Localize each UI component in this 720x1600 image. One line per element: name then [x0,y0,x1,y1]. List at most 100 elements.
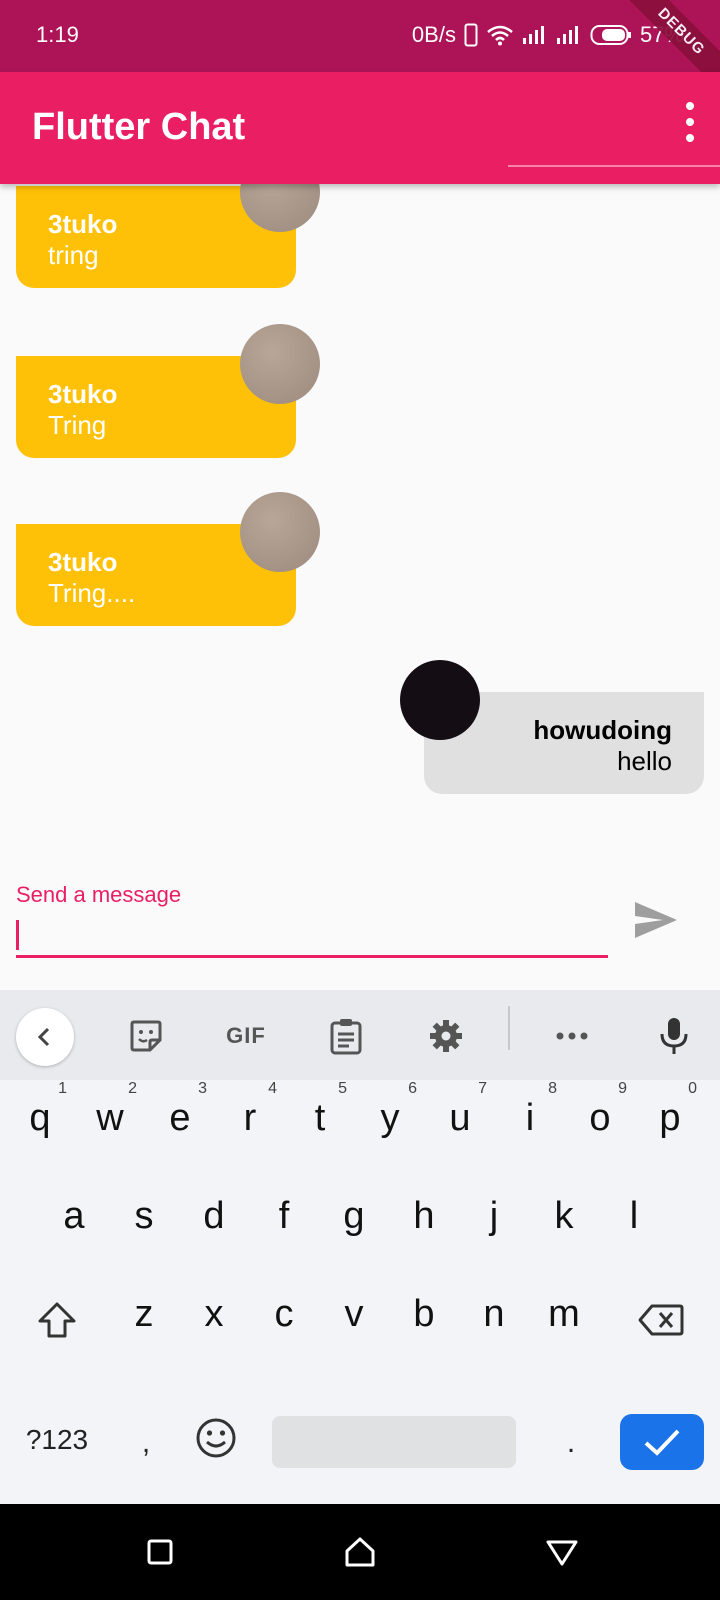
mic-icon [660,1018,688,1054]
text-cursor [16,920,19,950]
clipboard-icon [330,1019,362,1055]
space-key[interactable] [272,1416,516,1468]
message-text: Tring.... [48,578,136,608]
back-icon [37,1027,50,1047]
enter-key[interactable] [620,1414,704,1470]
voice-input-button[interactable] [650,1012,698,1060]
key-label: c [274,1293,294,1335]
chat-screen: 1:19 0B/s 57% DEBUG Flutter Chat 3tuko t… [0,0,720,1600]
more-horiz-icon [556,1032,588,1040]
key-s[interactable]: s [109,1172,179,1262]
sticker-button[interactable] [122,1012,170,1060]
key-label: h [413,1195,435,1237]
network-speed: 0B/s [411,22,456,47]
key-label: s [134,1195,154,1237]
key-l[interactable]: l [599,1172,669,1262]
key-a[interactable]: a [39,1172,109,1262]
key-f[interactable]: f [249,1172,319,1262]
key-label: y [380,1097,400,1139]
key-3[interactable]: r4 [215,1074,285,1164]
key-hint: 6 [408,1080,417,1097]
check-icon [644,1429,680,1456]
keyboard-back-button[interactable] [16,1008,74,1066]
more-vert-icon[interactable] [678,102,702,142]
key-4[interactable]: t5 [285,1074,355,1164]
key-label: l [629,1195,639,1237]
toolbar-divider [508,1006,510,1050]
avatar [240,324,320,404]
key-label: t [314,1097,326,1139]
key-label: v [344,1293,364,1335]
key-hint: 8 [548,1080,557,1097]
gif-button[interactable]: GIF [220,1012,272,1060]
status-time: 1:19 [36,22,79,47]
more-options-button[interactable] [548,1012,596,1060]
key-label: w [96,1097,124,1139]
key-m[interactable]: m [529,1270,599,1360]
clipboard-button[interactable] [322,1012,370,1060]
key-2[interactable]: e3 [145,1074,215,1164]
key-d[interactable]: d [179,1172,249,1262]
period-key[interactable]: . [556,1418,586,1468]
key-g[interactable]: g [319,1172,389,1262]
message-input[interactable] [16,910,608,958]
key-b[interactable]: b [389,1270,459,1360]
shift-icon [38,1302,76,1338]
key-label: o [589,1097,611,1139]
avatar [240,492,320,572]
back-button[interactable] [542,1532,582,1572]
key-label: e [169,1097,191,1139]
key-hint: 5 [338,1080,347,1097]
phone-icon [464,23,478,47]
key-label: j [489,1195,499,1237]
keyboard-settings-button[interactable] [422,1012,470,1060]
key-5[interactable]: y6 [355,1074,425,1164]
key-0[interactable]: q1 [5,1074,75,1164]
recents-button[interactable] [140,1532,180,1572]
key-label: b [413,1293,435,1335]
key-1[interactable]: w2 [75,1074,145,1164]
signal-icon [556,26,578,44]
key-label: r [243,1097,257,1139]
key-6[interactable]: u7 [425,1074,495,1164]
avatar [400,660,480,740]
key-hint: 3 [198,1080,207,1097]
emoji-icon [196,1418,236,1458]
key-9[interactable]: p0 [635,1074,705,1164]
key-label: g [343,1195,365,1237]
message-text: Tring [48,410,107,440]
key-x[interactable]: x [179,1270,249,1360]
key-hint: 2 [128,1080,137,1097]
emoji-key[interactable] [192,1414,240,1462]
send-icon [635,902,677,938]
key-h[interactable]: h [389,1172,459,1262]
key-j[interactable]: j [459,1172,529,1262]
send-button[interactable] [632,896,680,944]
key-label: n [483,1293,505,1335]
key-hint: 7 [478,1080,487,1097]
key-label: q [29,1097,51,1139]
key-hint: 0 [688,1080,697,1097]
key-7[interactable]: i8 [495,1074,565,1164]
shift-key[interactable] [30,1290,84,1350]
backspace-key[interactable] [636,1290,686,1350]
key-k[interactable]: k [529,1172,599,1262]
backspace-icon [638,1304,684,1336]
key-v[interactable]: v [319,1270,389,1360]
back-nav-icon [546,1540,578,1566]
key-c[interactable]: c [249,1270,319,1360]
comma-key[interactable]: , [128,1418,164,1468]
symbols-key[interactable]: ?123 [18,1418,96,1462]
key-hint: 4 [268,1080,277,1097]
home-button[interactable] [340,1532,380,1572]
message-text: tring [48,240,99,270]
message-username: 3tuko [48,547,118,577]
wifi-icon [487,25,513,46]
home-icon [345,1537,375,1567]
gif-icon: GIF [226,1023,266,1048]
key-8[interactable]: o9 [565,1074,635,1164]
key-z[interactable]: z [109,1270,179,1360]
key-label: m [548,1293,580,1335]
key-n[interactable]: n [459,1270,529,1360]
message-list[interactable]: 3tuko tring 3tuko Tring 3tuko Tring.... … [0,184,720,844]
